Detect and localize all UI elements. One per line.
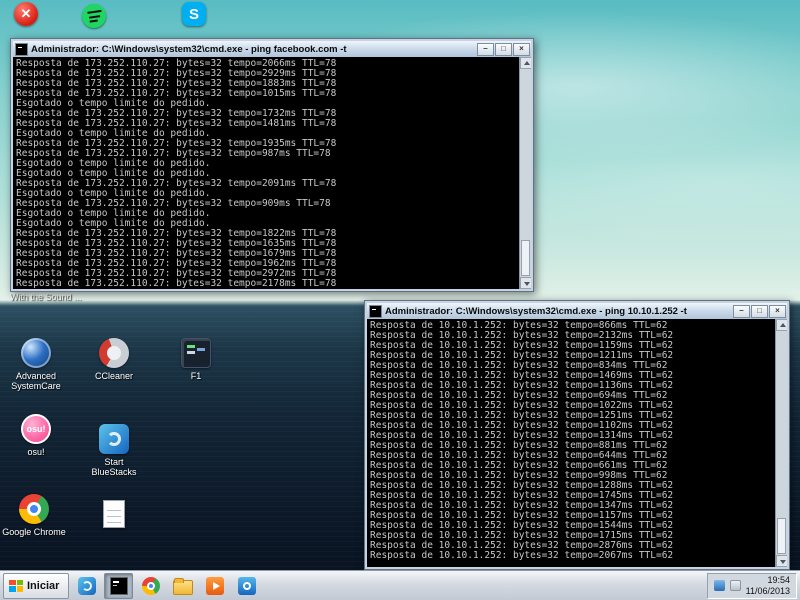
spotify-icon [80, 2, 108, 30]
cmd-window-ping-facebook: Administrador: C:\Windows\system32\cmd.e… [10, 38, 534, 292]
shortcut-label: F1 [190, 371, 202, 381]
skype-icon: S [182, 2, 206, 26]
shortcut-label: Start BlueStacks [91, 457, 137, 477]
desktop-shortcut-ccleaner[interactable]: CCleaner [82, 338, 146, 381]
clock-date: 11/06/2013 [745, 585, 790, 596]
desktop-shortcut-advanced-systemcare[interactable]: Advanced SystemCare [4, 338, 68, 391]
titlebar[interactable]: Administrador: C:\Windows\system32\cmd.e… [13, 41, 531, 57]
scroll-down-icon[interactable] [776, 555, 787, 567]
ccleaner-icon [99, 338, 129, 368]
desktop-shortcut-text-document[interactable] [82, 500, 146, 531]
scrollbar-thumb[interactable] [521, 240, 530, 276]
maximize-button[interactable]: □ [751, 304, 768, 318]
scrollbar-thumb[interactable] [777, 518, 786, 554]
advanced-systemcare-icon [21, 338, 51, 368]
titlebar[interactable]: Administrador: C:\Windows\system32\cmd.e… [367, 303, 787, 319]
maximize-button[interactable]: □ [495, 42, 512, 56]
console-text: Resposta de 173.252.110.27: bytes=32 tem… [16, 58, 337, 289]
taskbar-clock[interactable]: 19:54 11/06/2013 [746, 575, 790, 597]
blocked-icon: ✕ [14, 2, 38, 26]
scroll-up-icon[interactable] [520, 57, 531, 69]
cmd-icon [369, 304, 382, 318]
folder-icon [172, 577, 193, 595]
window-title: Administrador: C:\Windows\system32\cmd.e… [385, 305, 687, 317]
network-tray-icon[interactable] [713, 580, 725, 591]
text-document-icon [103, 500, 125, 528]
console-text: Resposta de 10.10.1.252: bytes=32 tempo=… [370, 320, 674, 561]
system-tray: 19:54 11/06/2013 [706, 572, 797, 599]
f1-icon [181, 338, 211, 368]
media-player-icon [205, 576, 224, 595]
quicklaunch-chrome[interactable] [136, 573, 165, 599]
osu-icon: osu! [21, 414, 51, 444]
windows-logo-icon [9, 579, 23, 592]
minimize-button[interactable]: – [477, 42, 494, 56]
console-output: Resposta de 10.10.1.252: bytes=32 tempo=… [367, 319, 787, 567]
shortcut-label: osu! [27, 447, 45, 457]
vertical-scrollbar[interactable] [775, 319, 787, 567]
taskbar: Iniciar 19:54 11/06/2013 [0, 570, 800, 600]
start-label: Iniciar [27, 579, 60, 592]
desktop-shortcut-bluestacks[interactable]: Start BlueStacks [82, 424, 146, 477]
quicklaunch-cmd-active[interactable] [104, 572, 134, 599]
shortcut-label: CCleaner [94, 371, 134, 381]
shortcut-label: Google Chrome [2, 527, 66, 537]
desktop-shortcut-blocked[interactable]: ✕ [0, 2, 58, 26]
movie-player-icon [237, 576, 256, 595]
window-title: Administrador: C:\Windows\system32\cmd.e… [31, 43, 347, 55]
desktop-shortcut-spotify[interactable] [62, 2, 126, 30]
scroll-down-icon[interactable] [520, 277, 531, 289]
shortcut-label: Advanced SystemCare [11, 371, 61, 391]
volume-tray-icon[interactable] [729, 580, 741, 591]
close-button[interactable]: × [769, 304, 786, 318]
cmd-icon [15, 42, 28, 56]
desktop-screen: With the Sound ... ✕ S Advanced SystemCa… [0, 0, 800, 600]
cmd-icon [109, 576, 128, 595]
chrome-icon [19, 494, 49, 524]
quicklaunch-explorer[interactable] [168, 573, 197, 599]
desktop-shortcut-google-chrome[interactable]: Google Chrome [2, 494, 66, 537]
desktop-shortcut-osu[interactable]: osu! osu! [4, 414, 68, 457]
close-button[interactable]: × [513, 42, 530, 56]
chrome-icon [141, 576, 160, 595]
clock-time: 19:54 [767, 574, 790, 585]
start-button[interactable]: Iniciar [3, 572, 70, 599]
quicklaunch-bluestacks[interactable] [72, 573, 101, 599]
bluestacks-icon [77, 576, 96, 595]
quicklaunch-movie-player[interactable] [232, 573, 261, 599]
desktop-overlay-text: With the Sound ... [10, 292, 82, 302]
desktop-shortcut-f1[interactable]: F1 [164, 338, 228, 381]
desktop-shortcut-skype[interactable]: S [162, 2, 226, 26]
cmd-window-ping-local: Administrador: C:\Windows\system32\cmd.e… [364, 300, 790, 570]
console-output: Resposta de 173.252.110.27: bytes=32 tem… [13, 57, 531, 289]
bluestacks-icon [99, 424, 129, 454]
quicklaunch-media-player[interactable] [200, 573, 229, 599]
scroll-up-icon[interactable] [776, 319, 787, 331]
vertical-scrollbar[interactable] [519, 57, 531, 289]
minimize-button[interactable]: – [733, 304, 750, 318]
